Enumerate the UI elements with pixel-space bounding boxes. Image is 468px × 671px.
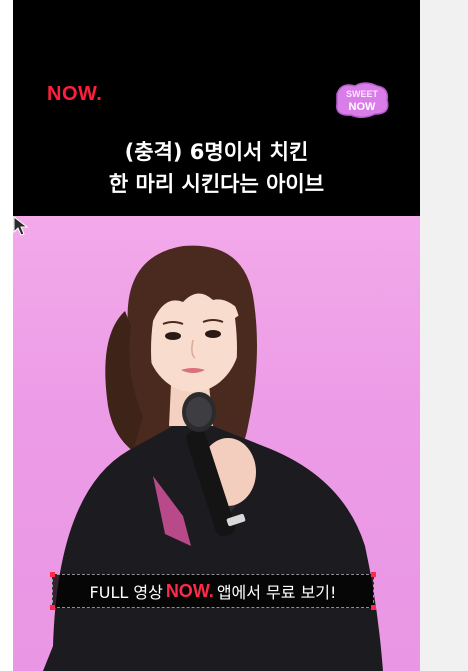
video-frame: FULL 영상 NOW. 앱에서 무료 보기! (13, 216, 420, 671)
title-band: NOW. SWEET NOW (충격) 6명이서 치킨 한 마리 시킨다는 아이… (13, 0, 420, 216)
page-margin (420, 0, 468, 671)
cursor-icon (13, 216, 29, 236)
banner-suffix: 앱에서 무료 보기! (216, 583, 337, 602)
banner-corner (371, 572, 376, 577)
banner-corner (371, 605, 376, 610)
banner-prefix: FULL 영상 (89, 583, 163, 602)
now-logo: NOW. (47, 83, 103, 105)
badge-text-bottom: NOW (349, 101, 377, 113)
badge-text-top: SWEET (346, 89, 379, 99)
headline-line-2: 한 마리 시킨다는 아이브 (108, 172, 325, 196)
banner-brand: NOW. (165, 580, 214, 601)
video-headline: (충격) 6명이서 치킨 한 마리 시킨다는 아이브 (13, 136, 420, 200)
full-video-banner[interactable]: FULL 영상 NOW. 앱에서 무료 보기! (50, 572, 376, 610)
banner-corner (50, 605, 55, 610)
headline-line-1: (충격) 6명이서 치킨 (124, 140, 309, 164)
sweet-now-badge-icon: SWEET NOW (336, 82, 389, 118)
banner-corner (50, 572, 55, 577)
video-player[interactable]: NOW. SWEET NOW (충격) 6명이서 치킨 한 마리 시킨다는 아이… (13, 0, 420, 671)
